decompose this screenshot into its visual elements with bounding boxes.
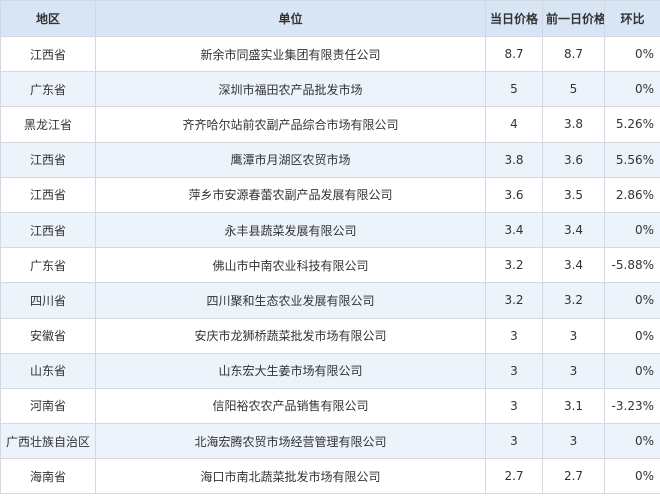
cell-prev-price: 3.5 [542,176,605,213]
cell-unit: 信阳裕农农产品销售有限公司 [95,387,486,425]
cell-region: 黑龙江省 [0,106,96,143]
cell-today-price: 3.8 [485,141,543,178]
cell-unit: 佛山市中南农业科技有限公司 [95,247,486,284]
cell-today-price: 5 [485,71,543,108]
cell-change: -3.23% [604,387,660,425]
cell-today-price: 3 [485,317,543,354]
cell-region: 海南省 [0,458,96,495]
cell-unit: 北海宏腾农贸市场经营管理有限公司 [95,423,486,460]
cell-change: 0% [604,458,660,495]
cell-change: 0% [604,35,660,73]
cell-unit: 新余市同盛实业集团有限责任公司 [95,35,486,73]
cell-unit: 安庆市龙狮桥蔬菜批发市场有限公司 [95,317,486,354]
header-today-price[interactable]: 当日价格 [485,0,543,37]
cell-prev-price: 3.2 [542,282,605,319]
header-prev-price[interactable]: 前一日价格 [542,0,605,37]
header-change[interactable]: 环比 [604,0,660,37]
cell-today-price: 3 [485,423,543,460]
cell-unit: 深圳市福田农产品批发市场 [95,71,486,108]
cell-unit: 萍乡市安源春蕾农副产品发展有限公司 [95,176,486,213]
table-body: 江西省 新余市同盛实业集团有限责任公司 8.7 8.7 0% 广东省 深圳市福田农产品批发市… [0,35,660,495]
cell-prev-price: 5 [542,71,605,108]
header-region[interactable]: 地区 [0,0,96,37]
cell-prev-price: 3 [542,317,605,354]
table-row: 河南省 信阳裕农农产品销售有限公司 3 3.1 -3.23% [0,387,660,425]
cell-today-price: 3 [485,387,543,425]
table-row: 江西省 新余市同盛实业集团有限责任公司 8.7 8.7 0% [0,35,660,73]
table-row: 广西壮族自治区 北海宏腾农贸市场经营管理有限公司 3 3 0% [0,423,660,460]
cell-prev-price: 8.7 [542,35,605,73]
table-row: 四川省 四川聚和生态农业发展有限公司 3.2 3.2 0% [0,282,660,319]
cell-prev-price: 3.8 [542,106,605,143]
header-row: 地区 单位 当日价格 前一日价格 环比 [0,0,660,37]
cell-today-price: 8.7 [485,35,543,73]
cell-prev-price: 3.4 [542,211,605,249]
cell-change: 2.86% [604,176,660,213]
cell-region: 江西省 [0,176,96,213]
cell-today-price: 2.7 [485,458,543,495]
table-row: 海南省 海口市南北蔬菜批发市场有限公司 2.7 2.7 0% [0,458,660,495]
cell-unit: 山东宏大生姜市场有限公司 [95,352,486,389]
cell-region: 江西省 [0,211,96,249]
price-table: 地区 单位 当日价格 前一日价格 环比 江西省 新余市同盛实业集团有限责任公司 8.… [0,0,660,495]
cell-today-price: 3.6 [485,176,543,213]
cell-prev-price: 3.1 [542,387,605,425]
cell-region: 广西壮族自治区 [0,423,96,460]
cell-prev-price: 3 [542,423,605,460]
table-row: 广东省 佛山市中南农业科技有限公司 3.2 3.4 -5.88% [0,247,660,284]
cell-today-price: 3 [485,352,543,389]
cell-prev-price: 2.7 [542,458,605,495]
cell-change: 0% [604,423,660,460]
table-row: 江西省 永丰县蔬菜发展有限公司 3.4 3.4 0% [0,211,660,249]
cell-prev-price: 3.4 [542,247,605,284]
cell-today-price: 3.2 [485,247,543,284]
table-row: 江西省 萍乡市安源春蕾农副产品发展有限公司 3.6 3.5 2.86% [0,176,660,213]
table-row: 广东省 深圳市福田农产品批发市场 5 5 0% [0,71,660,108]
cell-change: 0% [604,282,660,319]
cell-change: 0% [604,352,660,389]
cell-today-price: 3.4 [485,211,543,249]
cell-region: 四川省 [0,282,96,319]
cell-change: 0% [604,211,660,249]
cell-change: 0% [604,317,660,354]
table-header: 地区 单位 当日价格 前一日价格 环比 [0,0,660,37]
cell-region: 广东省 [0,71,96,108]
cell-today-price: 4 [485,106,543,143]
cell-change: 5.26% [604,106,660,143]
table-row: 江西省 鹰潭市月湖区农贸市场 3.8 3.6 5.56% [0,141,660,178]
cell-region: 山东省 [0,352,96,389]
cell-today-price: 3.2 [485,282,543,319]
cell-change: 5.56% [604,141,660,178]
cell-region: 安徽省 [0,317,96,354]
cell-unit: 四川聚和生态农业发展有限公司 [95,282,486,319]
header-unit[interactable]: 单位 [95,0,486,37]
cell-unit: 鹰潭市月湖区农贸市场 [95,141,486,178]
cell-region: 广东省 [0,247,96,284]
cell-prev-price: 3 [542,352,605,389]
table-row: 安徽省 安庆市龙狮桥蔬菜批发市场有限公司 3 3 0% [0,317,660,354]
cell-change: -5.88% [604,247,660,284]
cell-unit: 海口市南北蔬菜批发市场有限公司 [95,458,486,495]
table-row: 山东省 山东宏大生姜市场有限公司 3 3 0% [0,352,660,389]
cell-region: 河南省 [0,387,96,425]
table-row: 黑龙江省 齐齐哈尔站前农副产品综合市场有限公司 4 3.8 5.26% [0,106,660,143]
cell-unit: 永丰县蔬菜发展有限公司 [95,211,486,249]
cell-unit: 齐齐哈尔站前农副产品综合市场有限公司 [95,106,486,143]
cell-region: 江西省 [0,35,96,73]
cell-change: 0% [604,71,660,108]
cell-prev-price: 3.6 [542,141,605,178]
cell-region: 江西省 [0,141,96,178]
